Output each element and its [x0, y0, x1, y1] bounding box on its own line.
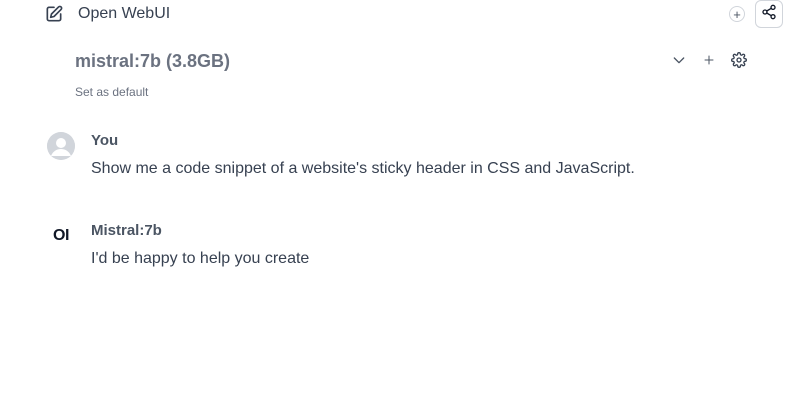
share-icon [761, 4, 777, 25]
message-text: I'd be happy to help you create [91, 250, 310, 267]
edit-icon [44, 4, 64, 24]
model-actions [671, 52, 747, 68]
selected-model[interactable]: mistral:7b (3.8GB) [75, 51, 230, 72]
new-chat-button[interactable]: Open WebUI [44, 2, 170, 26]
message-text: Show me a code snippet of a website's st… [91, 160, 635, 177]
share-button[interactable] [755, 0, 783, 28]
plus-circle-icon[interactable]: + [729, 6, 745, 22]
avatar [47, 132, 75, 160]
chevron-down-icon[interactable] [671, 52, 687, 68]
set-default-link[interactable]: Set as default [75, 85, 148, 99]
app-title: Open WebUI [78, 5, 171, 22]
chat-page: Open WebUI + mistral:7b (3.8GB) Set as d… [0, 0, 795, 409]
top-actions: + [729, 0, 783, 28]
assistant-logo: OI [53, 227, 69, 244]
message-author: Mistral:7b [91, 222, 162, 239]
gear-icon[interactable] [731, 52, 747, 68]
message-author: You [91, 132, 119, 149]
plus-icon[interactable] [701, 52, 717, 68]
model-selector[interactable]: mistral:7b (3.8GB) [75, 50, 755, 74]
